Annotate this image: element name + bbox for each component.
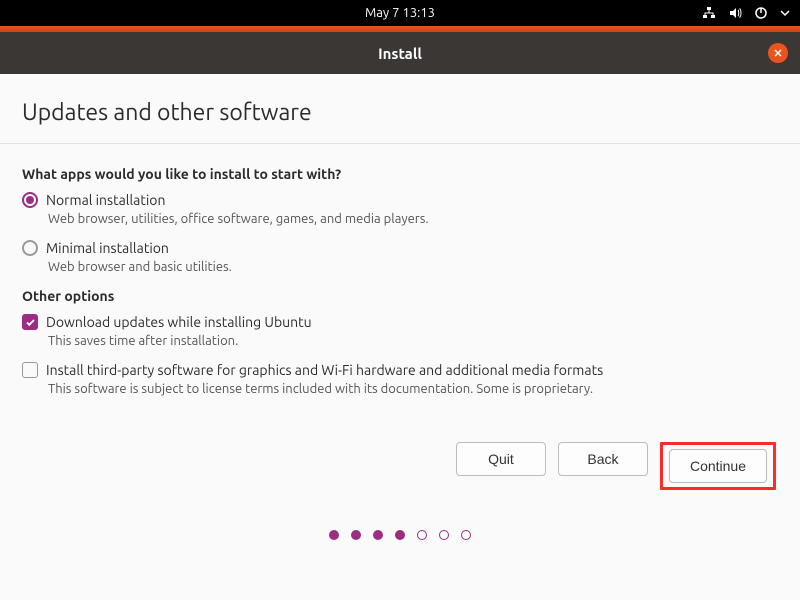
progress-indicator bbox=[22, 530, 778, 540]
close-button[interactable] bbox=[768, 43, 788, 63]
network-icon[interactable] bbox=[702, 6, 716, 20]
page-content: Updates and other software What apps wou… bbox=[0, 74, 800, 550]
back-button[interactable]: Back bbox=[558, 442, 648, 476]
download-updates-label: Download updates while installing Ubuntu bbox=[46, 314, 312, 330]
apps-question: What apps would you like to install to s… bbox=[22, 166, 778, 182]
window-title: Install bbox=[378, 45, 422, 62]
button-row: Quit Back Continue bbox=[22, 442, 778, 490]
progress-dot bbox=[461, 530, 471, 540]
close-icon bbox=[773, 48, 783, 58]
progress-dot bbox=[417, 530, 427, 540]
chevron-down-icon[interactable] bbox=[780, 8, 790, 18]
normal-install-desc: Web browser, utilities, office software,… bbox=[48, 212, 778, 226]
checkbox-checked-icon[interactable] bbox=[22, 314, 38, 330]
continue-button[interactable]: Continue bbox=[669, 449, 767, 483]
progress-dot bbox=[395, 530, 405, 540]
thirdparty-option[interactable]: Install third-party software for graphic… bbox=[22, 362, 778, 378]
topbar-status-icons[interactable] bbox=[702, 6, 790, 20]
progress-dot bbox=[439, 530, 449, 540]
radio-checked-icon[interactable] bbox=[22, 192, 38, 208]
divider bbox=[0, 143, 800, 144]
minimal-install-desc: Web browser and basic utilities. bbox=[48, 260, 778, 274]
quit-button[interactable]: Quit bbox=[456, 442, 546, 476]
thirdparty-label: Install third-party software for graphic… bbox=[46, 362, 603, 378]
progress-dot bbox=[329, 530, 339, 540]
minimal-install-option[interactable]: Minimal installation bbox=[22, 240, 778, 256]
download-updates-option[interactable]: Download updates while installing Ubuntu bbox=[22, 314, 778, 330]
topbar-datetime: May 7 13:13 bbox=[365, 6, 435, 20]
thirdparty-desc: This software is subject to license term… bbox=[48, 382, 778, 396]
checkbox-unchecked-icon[interactable] bbox=[22, 362, 38, 378]
page-title: Updates and other software bbox=[22, 100, 778, 125]
continue-highlight: Continue bbox=[660, 442, 776, 490]
normal-install-label: Normal installation bbox=[46, 192, 165, 208]
system-topbar: May 7 13:13 bbox=[0, 0, 800, 26]
volume-icon[interactable] bbox=[728, 6, 742, 20]
power-icon[interactable] bbox=[754, 6, 768, 20]
radio-unchecked-icon[interactable] bbox=[22, 240, 38, 256]
normal-install-option[interactable]: Normal installation bbox=[22, 192, 778, 208]
other-options-heading: Other options bbox=[22, 288, 778, 304]
download-updates-desc: This saves time after installation. bbox=[48, 334, 778, 348]
progress-dot bbox=[373, 530, 383, 540]
minimal-install-label: Minimal installation bbox=[46, 240, 169, 256]
window-titlebar: Install bbox=[0, 32, 800, 74]
progress-dot bbox=[351, 530, 361, 540]
